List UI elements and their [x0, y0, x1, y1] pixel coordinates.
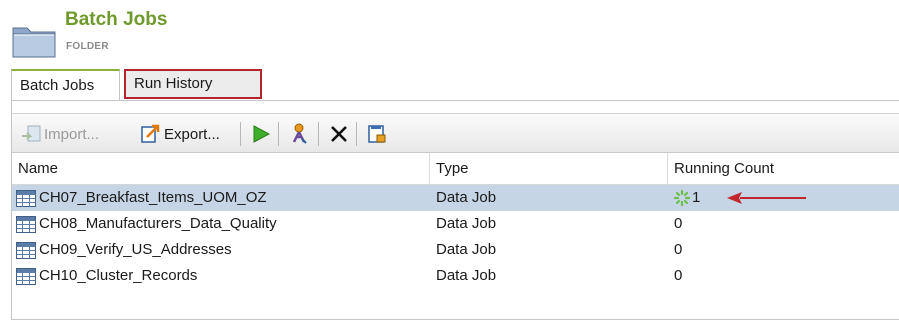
- table-row[interactable]: CH10_Cluster_Records Data Job 0: [12, 263, 899, 289]
- job-name: CH10_Cluster_Records: [39, 267, 198, 284]
- jobs-table: Name Type Running Count CH07_Breakfast_I…: [12, 153, 899, 289]
- job-log-button[interactable]: [366, 121, 388, 147]
- export-label: Export...: [164, 125, 220, 143]
- batch-jobs-panel: Import... Export... Name Type Running Co…: [11, 100, 899, 320]
- column-header-running-count[interactable]: Running Count: [668, 153, 899, 184]
- export-icon: [141, 124, 160, 143]
- running-count: 0: [674, 267, 683, 284]
- tab-run-history[interactable]: Run History: [124, 69, 262, 99]
- folder-icon: [12, 27, 56, 58]
- table-row[interactable]: CH09_Verify_US_Addresses Data Job 0: [12, 237, 899, 263]
- play-icon: [253, 125, 271, 143]
- toolbar-separator: [318, 122, 319, 146]
- job-name: CH09_Verify_US_Addresses: [39, 241, 232, 258]
- tab-bar: Batch Jobs Run History: [11, 69, 891, 101]
- running-spinner-icon: [674, 190, 690, 206]
- data-job-icon: [16, 189, 36, 207]
- running-count: 1: [692, 189, 701, 206]
- data-job-icon: [16, 267, 36, 285]
- import-label: Import...: [44, 125, 100, 143]
- run-button[interactable]: [250, 121, 272, 147]
- job-type: Data Job: [436, 241, 497, 258]
- export-button[interactable]: Export...: [140, 121, 220, 147]
- job-key-icon: [292, 123, 307, 144]
- schedule-button[interactable]: [288, 121, 312, 147]
- column-header-name[interactable]: Name: [12, 153, 430, 184]
- table-row[interactable]: CH08_Manufacturers_Data_Quality Data Job…: [12, 211, 899, 237]
- job-type: Data Job: [436, 215, 497, 232]
- running-count: 0: [674, 241, 683, 258]
- data-job-icon: [16, 215, 36, 233]
- tab-batch-jobs[interactable]: Batch Jobs: [11, 69, 120, 101]
- table-row[interactable]: CH07_Breakfast_Items_UOM_OZ Data Job 1: [12, 185, 899, 211]
- page-title: Batch Jobs: [65, 9, 168, 30]
- job-log-icon: [368, 125, 386, 143]
- job-type: Data Job: [436, 189, 497, 206]
- job-name: CH07_Breakfast_Items_UOM_OZ: [39, 189, 267, 206]
- import-button[interactable]: Import...: [20, 121, 99, 147]
- table-header: Name Type Running Count: [12, 153, 899, 185]
- import-icon: [22, 125, 41, 142]
- toolbar: Import... Export...: [12, 113, 899, 153]
- page-subtitle: FOLDER: [66, 41, 109, 52]
- data-job-icon: [16, 241, 36, 259]
- running-count: 0: [674, 215, 683, 232]
- running-count-cell: 1: [674, 185, 700, 211]
- toolbar-separator: [240, 122, 241, 146]
- column-header-type[interactable]: Type: [430, 153, 668, 184]
- arrow-annotation-icon: [727, 192, 806, 204]
- job-name: CH08_Manufacturers_Data_Quality: [39, 215, 277, 232]
- toolbar-separator: [356, 122, 357, 146]
- job-type: Data Job: [436, 267, 497, 284]
- delete-button[interactable]: [328, 121, 350, 147]
- toolbar-separator: [278, 122, 279, 146]
- delete-x-icon: [331, 126, 347, 142]
